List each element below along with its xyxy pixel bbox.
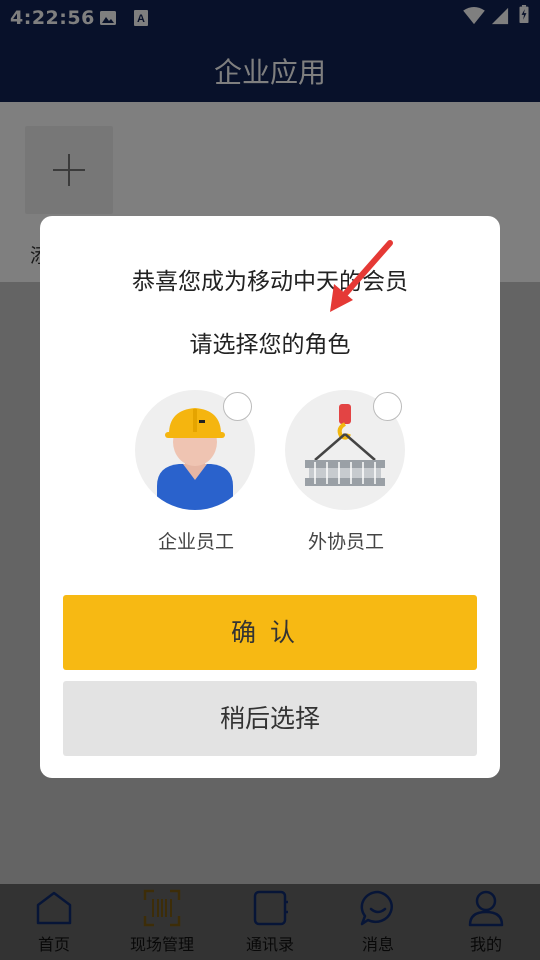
role-label: 外协员工 [307, 531, 384, 553]
role-label: 企业员工 [157, 531, 234, 553]
confirm-button[interactable]: 确认 [63, 595, 477, 670]
role-select-dialog: 恭喜您成为移动中天的会员 请选择您的角色 企业员工 外协员工 确认 稍后选择 [40, 216, 500, 778]
dialog-title: 恭喜您成为移动中天的会员 [132, 269, 408, 295]
dialog-subtitle: 请选择您的角色 [189, 332, 351, 358]
choose-later-button[interactable]: 稍后选择 [63, 681, 477, 756]
role-radio[interactable] [223, 392, 252, 421]
role-radio[interactable] [373, 392, 402, 421]
